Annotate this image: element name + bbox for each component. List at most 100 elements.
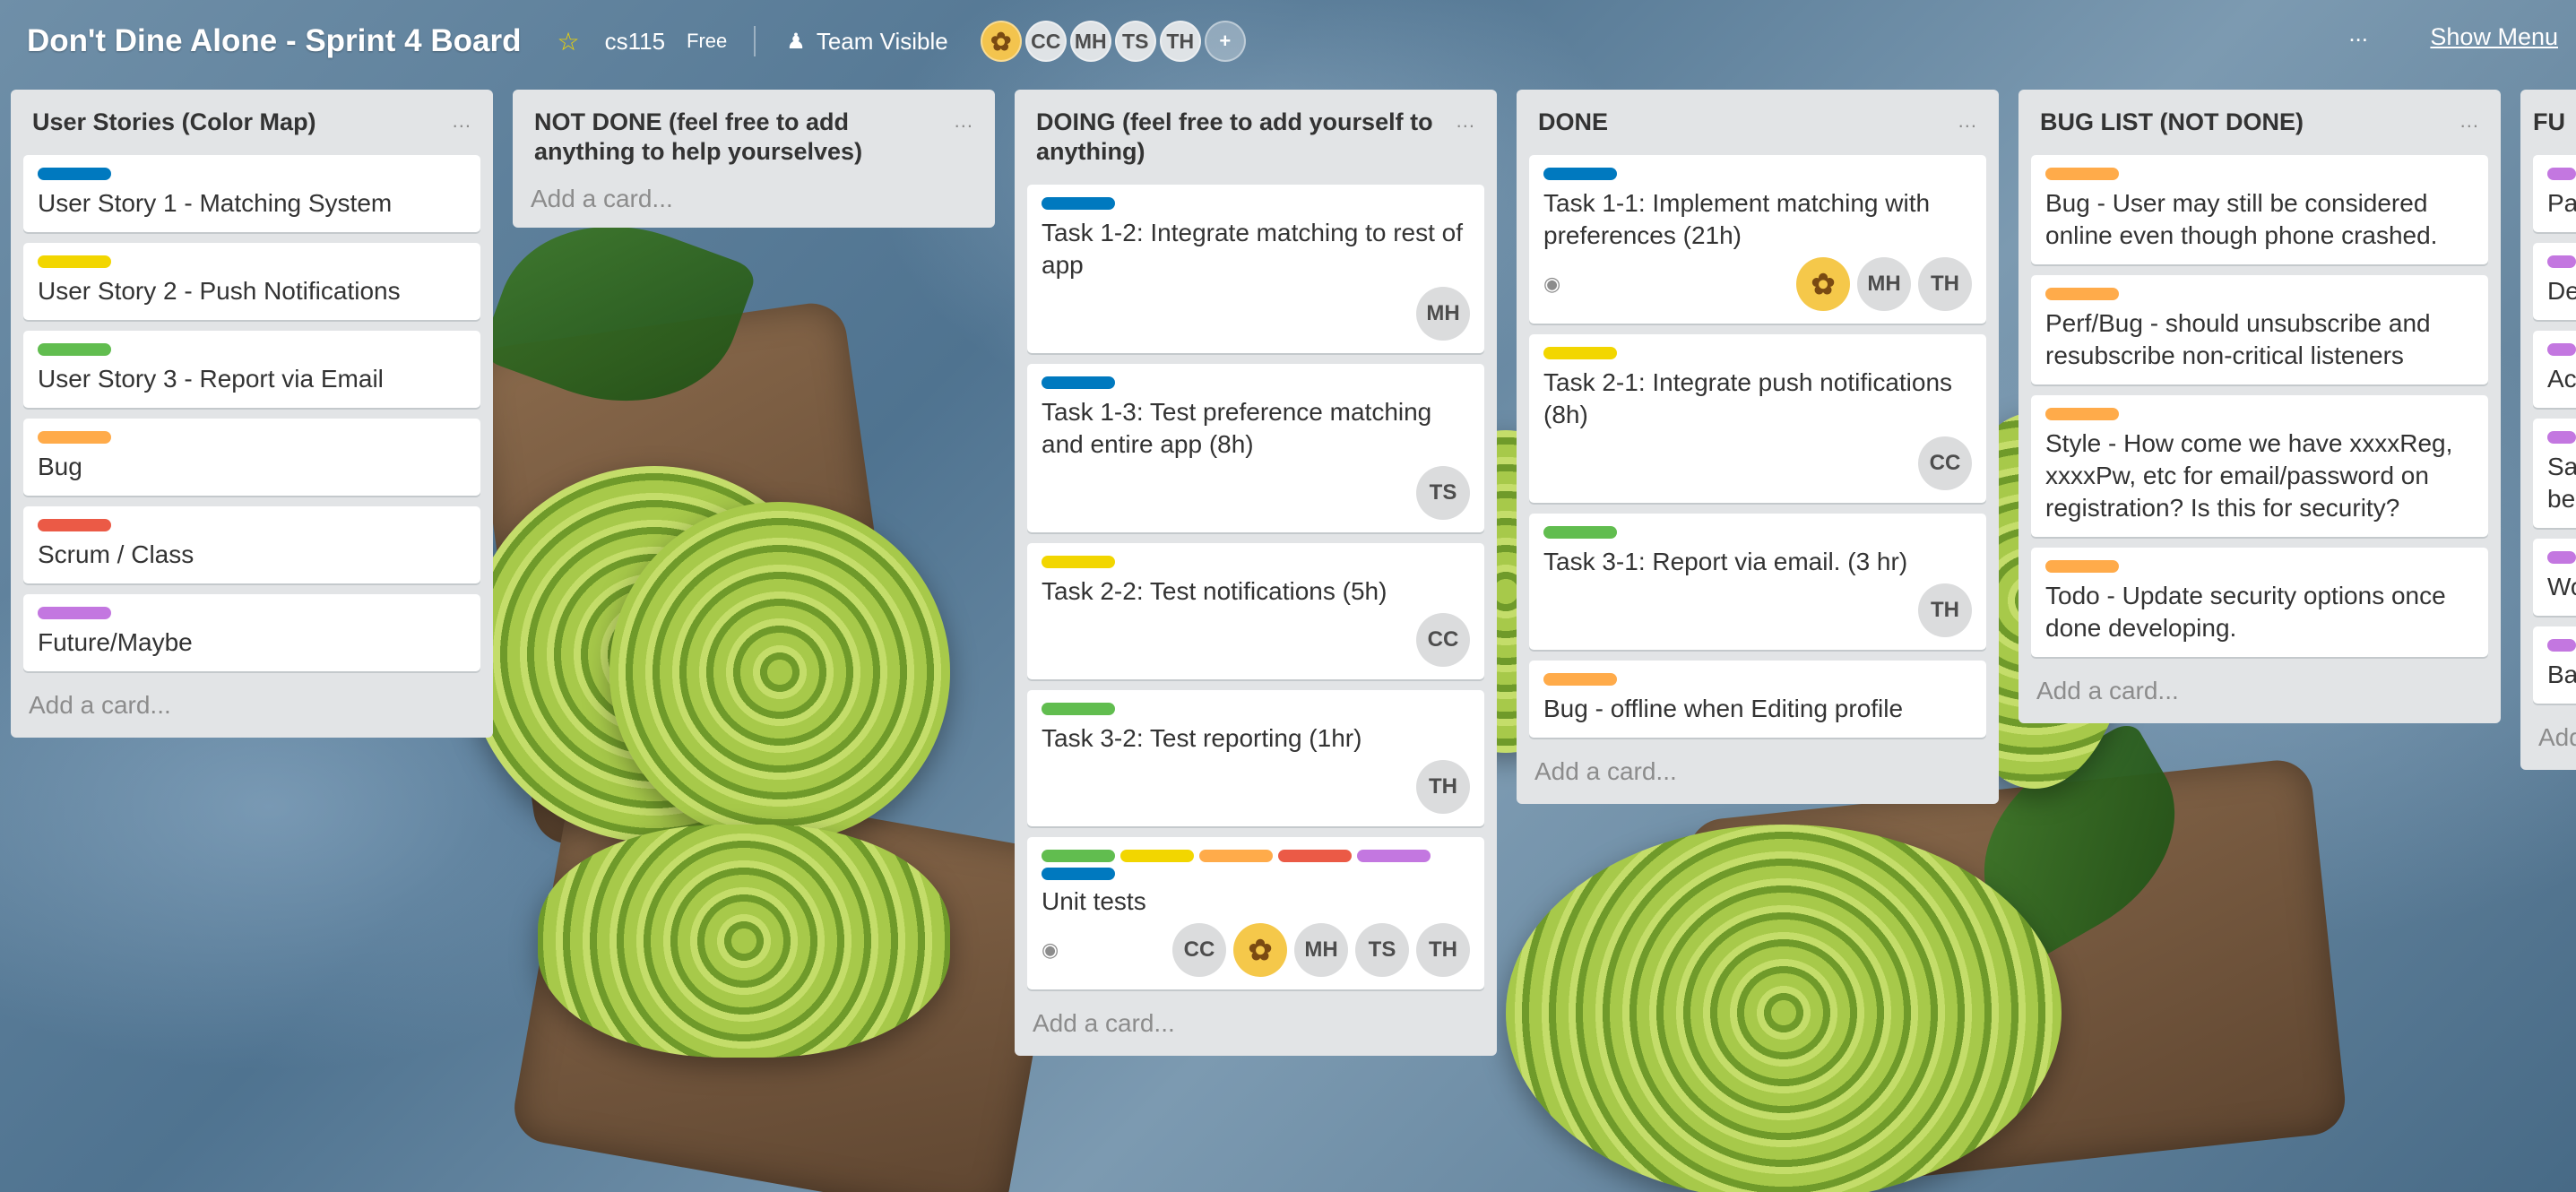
- card[interactable]: Bug: [23, 419, 480, 496]
- card-title: Perf/Bug - should unsubscribe and resubs…: [2045, 309, 2431, 369]
- card[interactable]: Task 2-2: Test notifications (5h) CC: [1027, 543, 1484, 679]
- card[interactable]: Future/Maybe: [23, 594, 480, 671]
- add-card-button[interactable]: Add a card...: [525, 174, 982, 222]
- card-member-avatar[interactable]: MH: [1857, 257, 1911, 311]
- list-not-done: NOT DONE (feel free to add anything to h…: [513, 90, 995, 228]
- add-card-button[interactable]: Add a card...: [1529, 738, 1986, 795]
- card-title: User Story 3 - Report via Email: [38, 365, 384, 393]
- card[interactable]: Pa: [2533, 155, 2576, 232]
- giraffe-avatar-icon[interactable]: ✿: [1233, 923, 1287, 977]
- card[interactable]: Task 2-1: Integrate push notifications (…: [1529, 334, 1986, 503]
- add-card-button[interactable]: Add: [2533, 704, 2576, 761]
- team-visibility-icon: ♟: [786, 29, 806, 54]
- card-member-avatar[interactable]: TH: [1416, 760, 1470, 814]
- label-green: [1042, 850, 1115, 862]
- card-title: Style - How come we have xxxxReg, xxxxPw…: [2045, 429, 2453, 522]
- card-title: Sa: [2547, 453, 2576, 480]
- card[interactable]: Ac: [2533, 331, 2576, 408]
- list-title[interactable]: DONE: [1538, 108, 1608, 137]
- card[interactable]: Scrum / Class: [23, 506, 480, 583]
- card-title: User Story 1 - Matching System: [38, 189, 393, 217]
- card[interactable]: Bug - offline when Editing profile: [1529, 661, 1986, 738]
- card-member-avatar[interactable]: CC: [1416, 613, 1470, 667]
- card-title: Bug: [38, 453, 82, 480]
- label-yellow: [1120, 850, 1194, 862]
- label-purple: [38, 607, 111, 619]
- card[interactable]: Unit tests ◉ CC ✿ MH TS TH: [1027, 837, 1484, 989]
- member-avatar[interactable]: MH: [1069, 21, 1111, 62]
- card-member-avatar[interactable]: TS: [1355, 923, 1409, 977]
- card-member-avatar[interactable]: TS: [1416, 466, 1470, 520]
- card-title: Bug - offline when Editing profile: [1543, 695, 1904, 722]
- card[interactable]: Sa be: [2533, 419, 2576, 528]
- card-title: Task 2-1: Integrate push notifications (…: [1543, 368, 1953, 428]
- card-member-avatar[interactable]: TH: [1918, 257, 1972, 311]
- card-member-avatar[interactable]: TH: [1416, 923, 1470, 977]
- list-title[interactable]: BUG LIST (NOT DONE): [2040, 108, 2304, 137]
- card-title: Task 1-1: Implement matching with prefer…: [1543, 189, 1931, 249]
- label-orange: [1199, 850, 1273, 862]
- card-title: De: [2547, 277, 2576, 305]
- label-blue: [38, 168, 111, 180]
- label-yellow: [1042, 556, 1115, 568]
- label-blue: [1042, 868, 1115, 880]
- card-title: Wo: [2547, 573, 2576, 600]
- card-title: Bug - User may still be considered onlin…: [2045, 189, 2438, 249]
- list-title[interactable]: NOT DONE (feel free to add anything to h…: [534, 108, 955, 167]
- add-card-button[interactable]: Add a card...: [23, 671, 480, 729]
- label-orange: [2045, 560, 2119, 573]
- list-menu-icon[interactable]: ...: [955, 109, 973, 133]
- card-member-avatar[interactable]: CC: [1172, 923, 1226, 977]
- label-purple: [2547, 255, 2576, 268]
- card[interactable]: Wo: [2533, 539, 2576, 616]
- card-member-avatar[interactable]: CC: [1918, 436, 1972, 490]
- card[interactable]: Task 1-1: Implement matching with prefer…: [1529, 155, 1986, 324]
- member-avatar-giraffe-icon[interactable]: ✿: [980, 21, 1022, 62]
- add-card-button[interactable]: Add a card...: [2031, 657, 2488, 714]
- list-menu-icon[interactable]: ...: [2460, 109, 2479, 133]
- card[interactable]: Todo - Update security options once done…: [2031, 548, 2488, 657]
- list-title[interactable]: DOING (feel free to add yourself to anyt…: [1036, 108, 1457, 167]
- giraffe-avatar-icon[interactable]: ✿: [1796, 257, 1850, 311]
- card-title: Ac: [2547, 365, 2576, 393]
- card[interactable]: User Story 2 - Push Notifications: [23, 243, 480, 320]
- card-title: be: [2547, 485, 2576, 513]
- show-menu-link[interactable]: Show Menu: [2430, 23, 2558, 51]
- card[interactable]: Task 1-3: Test preference matching and e…: [1027, 364, 1484, 532]
- member-avatar[interactable]: TS: [1114, 21, 1156, 62]
- card-member-avatar[interactable]: MH: [1294, 923, 1348, 977]
- list-menu-icon[interactable]: ...: [1958, 109, 1977, 133]
- list-title[interactable]: FU: [2533, 108, 2565, 137]
- card[interactable]: Ba: [2533, 626, 2576, 704]
- list-menu-icon[interactable]: ...: [453, 109, 471, 133]
- member-avatar[interactable]: CC: [1024, 21, 1067, 62]
- card[interactable]: Task 3-1: Report via email. (3 hr) TH: [1529, 514, 1986, 650]
- card[interactable]: User Story 3 - Report via Email: [23, 331, 480, 408]
- label-purple: [2547, 168, 2576, 180]
- list-menu-icon[interactable]: ...: [1457, 109, 1475, 133]
- member-avatar[interactable]: TH: [1159, 21, 1201, 62]
- label-yellow: [38, 255, 111, 268]
- card[interactable]: Perf/Bug - should unsubscribe and resubs…: [2031, 275, 2488, 384]
- board-title[interactable]: Don't Dine Alone - Sprint 4 Board: [27, 23, 521, 59]
- team-name[interactable]: cs115: [605, 28, 665, 56]
- add-card-button[interactable]: Add a card...: [1027, 989, 1484, 1047]
- card-member-avatar[interactable]: MH: [1416, 287, 1470, 341]
- card[interactable]: Task 1-2: Integrate matching to rest of …: [1027, 185, 1484, 353]
- card[interactable]: De: [2533, 243, 2576, 320]
- card[interactable]: User Story 1 - Matching System: [23, 155, 480, 232]
- menu-dots-icon[interactable]: ...: [2348, 20, 2368, 48]
- label-orange: [2045, 408, 2119, 420]
- card-member-avatar[interactable]: TH: [1918, 583, 1972, 637]
- star-icon[interactable]: ☆: [557, 27, 579, 56]
- card[interactable]: Task 3-2: Test reporting (1hr) TH: [1027, 690, 1484, 826]
- list-title[interactable]: User Stories (Color Map): [32, 108, 316, 137]
- board-header: Don't Dine Alone - Sprint 4 Board ☆ cs11…: [0, 0, 2576, 82]
- visibility-button[interactable]: Team Visible: [817, 28, 948, 56]
- add-member-icon[interactable]: +: [1204, 21, 1246, 62]
- label-blue: [1042, 197, 1115, 210]
- list-bug-list: BUG LIST (NOT DONE) ... Bug - User may s…: [2018, 90, 2501, 723]
- card[interactable]: Bug - User may still be considered onlin…: [2031, 155, 2488, 264]
- label-orange: [38, 431, 111, 444]
- card[interactable]: Style - How come we have xxxxReg, xxxxPw…: [2031, 395, 2488, 537]
